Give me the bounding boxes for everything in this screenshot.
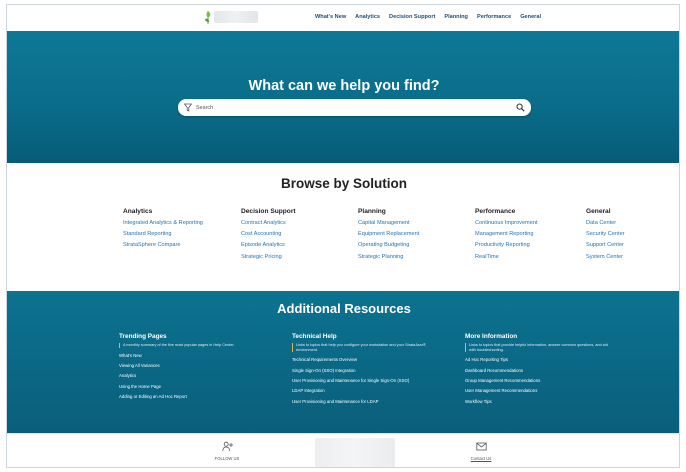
browse-column-analytics: Analytics Integrated Analytics & Reporti… (123, 208, 203, 254)
browse-column-performance: Performance Continuous Improvement Manag… (475, 208, 538, 265)
resources-link[interactable]: Dashboard Recommendations (465, 368, 615, 373)
resources-column-more-info: More Information Links to topics that pr… (465, 333, 615, 409)
browse-link[interactable]: Data Center (586, 220, 625, 226)
browse-column-general: General Data Center Security Center Supp… (586, 208, 625, 265)
browse-link[interactable]: Management Reporting (475, 231, 538, 237)
hero-title: What can we help you find? (248, 78, 440, 94)
browse-heading: Analytics (123, 208, 153, 215)
resources-link[interactable]: Ad Hoc Reporting Tips (465, 357, 615, 362)
browse-heading: Decision Support (241, 208, 296, 215)
resources-link[interactable]: Single Sign-On (SSO) Integration (292, 368, 442, 373)
resources-column-technical: Technical Help Links to topics that help… (292, 333, 442, 409)
browse-link[interactable]: Contract Analytics (241, 220, 296, 226)
resources-heading: Trending Pages (119, 333, 167, 340)
browse-link[interactable]: Operating Budgeting (358, 242, 419, 248)
browse-link[interactable]: Security Center (586, 231, 625, 237)
resources-link[interactable]: User Provisioning and Maintenance for Si… (292, 378, 410, 383)
resources-link[interactable]: Adding or Editing an Ad Hoc Report (119, 394, 269, 399)
filter-icon[interactable] (184, 103, 192, 112)
follow-us[interactable]: FOLLOW US (207, 441, 247, 461)
resources-link[interactable]: Technical Requirements Overview (292, 357, 442, 362)
browse-link[interactable]: Equipment Replacement (358, 231, 419, 237)
browse-link[interactable]: RealTime (475, 254, 538, 260)
resources-link[interactable]: What's New (119, 353, 269, 358)
resources-description: Links to topics that provide helpful inf… (465, 343, 615, 353)
nav-link-decision-support[interactable]: Decision Support (389, 14, 435, 20)
browse-heading: Performance (475, 208, 516, 215)
resources-link[interactable]: Workflow Tips (465, 399, 615, 404)
page: What's New Analytics Decision Support Pl… (6, 4, 680, 468)
resources-title: Additional Resources (277, 301, 411, 316)
browse-link[interactable]: Episode Analytics (241, 242, 296, 248)
browse-column-planning: Planning Capital Management Equipment Re… (358, 208, 419, 265)
browse-link[interactable]: Strategic Pricing (241, 254, 296, 260)
browse-link[interactable]: Integrated Analytics & Reporting (123, 220, 203, 226)
resources-link[interactable]: User Provisioning and Maintenance for LD… (292, 399, 442, 404)
contact-us[interactable]: Contact Us (461, 441, 501, 461)
nav-link-whats-new[interactable]: What's New (315, 14, 346, 20)
nav-link-general[interactable]: General (520, 14, 541, 20)
resources-section: Additional Resources Trending Pages A mo… (7, 291, 679, 433)
browse-link[interactable]: Productivity Reporting (475, 242, 538, 248)
resources-link[interactable]: LDAP Integration (292, 388, 442, 393)
resources-link[interactable]: Using the Home Page (119, 384, 269, 389)
contact-us-link[interactable]: Contact Us (461, 456, 501, 461)
browse-link[interactable]: Standard Reporting (123, 231, 203, 237)
resources-heading: More Information (465, 333, 518, 340)
footer-logo (315, 438, 395, 467)
browse-link[interactable]: Support Center (586, 242, 625, 248)
follow-us-label: FOLLOW US (214, 456, 240, 461)
search-input[interactable] (196, 101, 496, 114)
nav-links: What's New Analytics Decision Support Pl… (315, 14, 541, 20)
browse-heading: Planning (358, 208, 386, 215)
nav-link-analytics[interactable]: Analytics (355, 14, 380, 20)
browse-section: Browse by Solution Analytics Integrated … (7, 163, 679, 291)
browse-link[interactable]: Capital Management (358, 220, 419, 226)
nav-link-performance[interactable]: Performance (477, 14, 511, 20)
resources-link[interactable]: Group Management Recommendations (465, 378, 615, 383)
nav-link-planning[interactable]: Planning (444, 14, 468, 20)
top-nav: What's New Analytics Decision Support Pl… (7, 5, 679, 31)
resources-link[interactable]: Analytics (119, 373, 269, 378)
browse-link[interactable]: StrataSphere Compare (123, 242, 203, 248)
browse-heading: General (586, 208, 611, 215)
resources-heading: Technical Help (292, 333, 337, 340)
resources-link[interactable]: Viewing All Variances (119, 363, 269, 368)
browse-link[interactable]: Strategic Planning (358, 254, 419, 260)
browse-link[interactable]: Continuous Improvement (475, 220, 538, 226)
resources-description: A monthly summary of the five most popul… (119, 343, 269, 348)
browse-link[interactable]: System Center (586, 254, 625, 260)
resources-column-trending: Trending Pages A monthly summary of the … (119, 333, 269, 405)
search-bar[interactable] (178, 99, 531, 116)
leaf-logo-icon (205, 11, 211, 24)
logo-wordmark (214, 11, 258, 23)
hero-section: What can we help you find? (7, 31, 679, 163)
site-logo[interactable] (203, 10, 259, 24)
resources-link[interactable]: User Management Recommendations (465, 388, 615, 393)
browse-title: Browse by Solution (280, 176, 407, 191)
browse-link[interactable]: Cost Accounting (241, 231, 296, 237)
add-user-icon (221, 441, 233, 452)
footer: FOLLOW US Contact Us (7, 433, 679, 467)
search-icon[interactable] (516, 103, 525, 112)
resources-description: Links to topics that help you configure … (292, 343, 442, 353)
browse-column-decision-support: Decision Support Contract Analytics Cost… (241, 208, 296, 265)
envelope-icon (475, 442, 487, 451)
